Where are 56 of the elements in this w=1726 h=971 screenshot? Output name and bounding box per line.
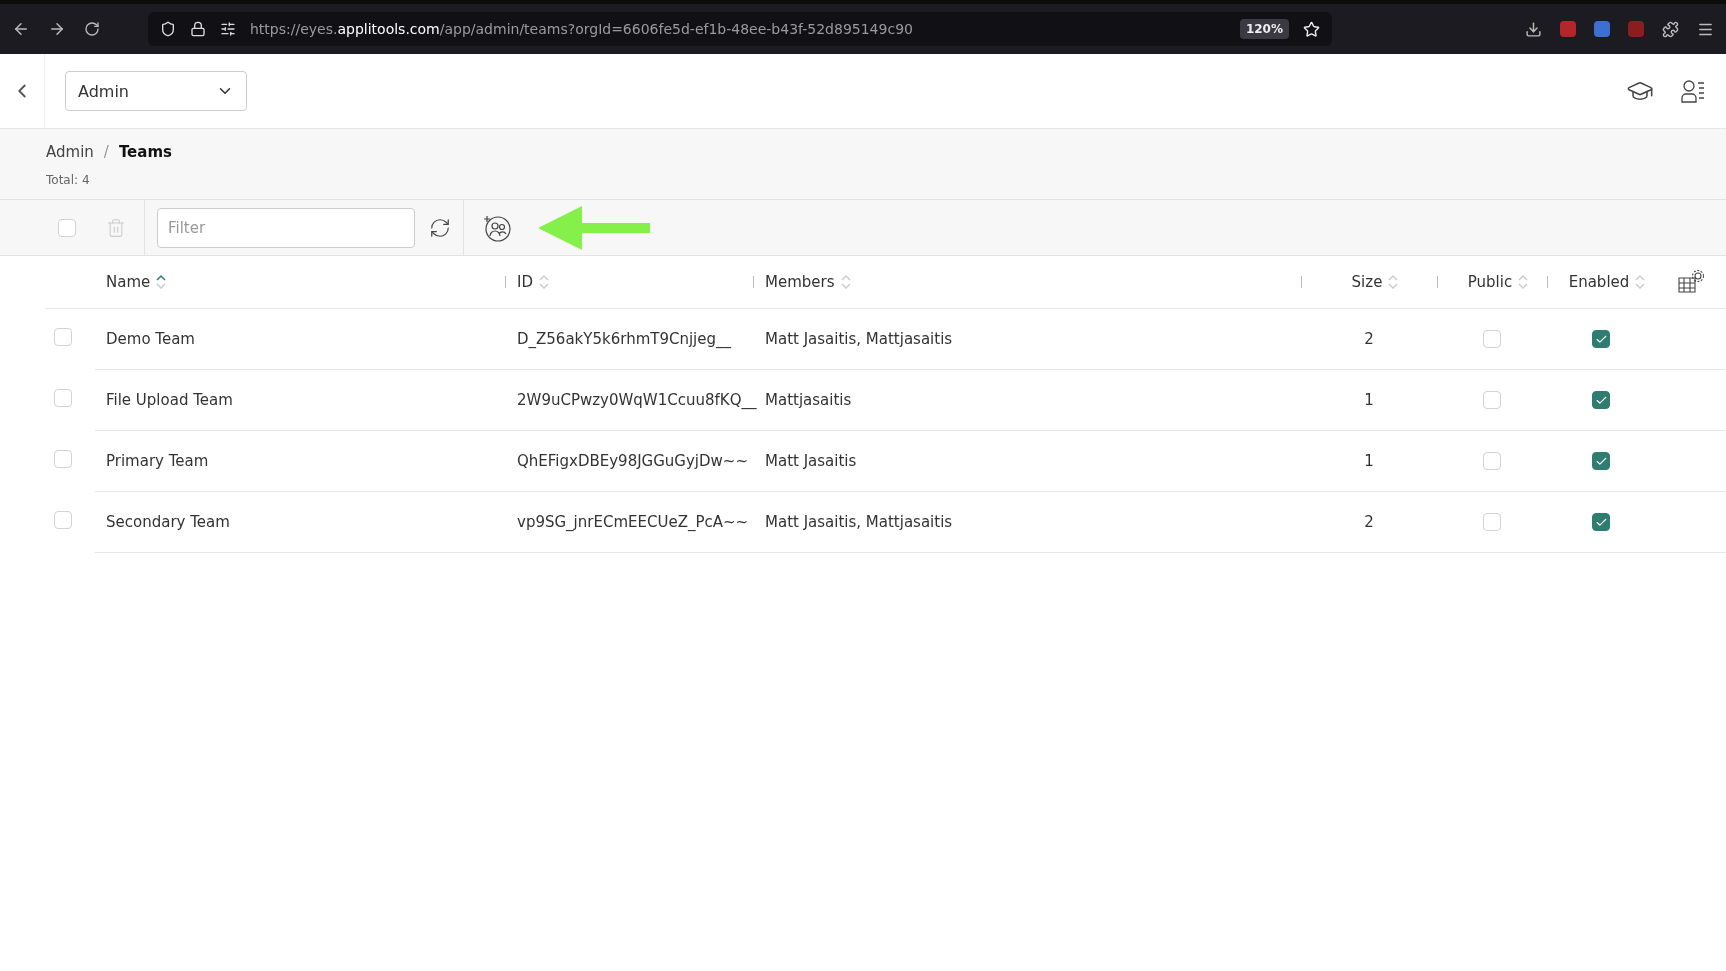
enabled-checkbox[interactable] [1592, 513, 1610, 531]
enabled-checkbox[interactable] [1592, 391, 1610, 409]
team-members: Matt Jasaitis, Mattjasaitis [764, 330, 954, 348]
column-header[interactable]: ID [517, 273, 533, 291]
column-header[interactable]: Name [106, 273, 151, 291]
public-checkbox[interactable] [1483, 452, 1501, 470]
forward-icon[interactable] [48, 20, 66, 38]
url-text[interactable]: https://eyes.applitools.com/app/admin/teams?orgId=6606fe5d-ef1b-48ee-b43f-52d895149c90 [250, 21, 1226, 37]
team-size: 1 [1363, 391, 1375, 409]
team-name: Secondary Team [106, 513, 231, 531]
public-checkbox[interactable] [1483, 513, 1501, 531]
team-id: D_Z56akY5k6rhmT9Cnjjeg__ [516, 330, 733, 348]
team-name: Primary Team [106, 452, 210, 470]
team-members: Matt Jasaitis [764, 452, 858, 470]
back-icon[interactable] [12, 20, 30, 38]
public-checkbox[interactable] [1483, 391, 1501, 409]
enabled-checkbox[interactable] [1592, 330, 1610, 348]
row-checkbox[interactable] [54, 389, 72, 407]
shield-icon[interactable] [160, 21, 176, 37]
row-checkbox[interactable] [54, 511, 72, 529]
public-checkbox[interactable] [1483, 330, 1501, 348]
address-bar[interactable]: https://eyes.applitools.com/app/admin/teams?orgId=6606fe5d-ef1b-48ee-b43f-52d895149c90 120% [148, 12, 1332, 46]
team-size: 2 [1363, 330, 1375, 348]
user-list-icon[interactable] [1680, 78, 1706, 104]
total-count: Total: 4 [46, 173, 91, 187]
lock-icon [190, 21, 206, 37]
zoom-level[interactable]: 120% [1239, 19, 1289, 39]
team-name: Demo Team [106, 330, 196, 348]
sort-icon[interactable] [156, 274, 167, 290]
download-icon[interactable] [1525, 20, 1542, 38]
team-members: Matt Jasaitis, Mattjasaitis [764, 513, 954, 531]
team-size: 2 [1363, 513, 1375, 531]
column-header[interactable]: Size [1351, 273, 1383, 291]
table-settings-icon[interactable] [1676, 269, 1705, 295]
column-header[interactable]: Public [1467, 273, 1513, 291]
team-size: 1 [1363, 452, 1375, 470]
org-select[interactable]: Admin [65, 71, 247, 111]
column-header[interactable]: Members [765, 273, 835, 291]
breadcrumb-separator: / [103, 143, 109, 161]
team-members: Mattjasaitis [764, 391, 853, 409]
select-all-checkbox[interactable] [58, 218, 76, 237]
refresh-icon[interactable] [429, 216, 451, 239]
breadcrumb-item[interactable]: Admin [46, 143, 94, 161]
row-checkbox[interactable] [54, 328, 72, 346]
breadcrumb-item: Teams [118, 143, 172, 161]
puzzle-icon[interactable] [1662, 20, 1679, 38]
team-name: File Upload Team [106, 391, 234, 409]
reload-icon[interactable] [84, 21, 100, 37]
star-icon[interactable] [1303, 20, 1320, 38]
enabled-checkbox[interactable] [1592, 452, 1610, 470]
team-id: vp9SG_jnrECmEECUeZ_PcA~~ [516, 513, 750, 531]
filter-field[interactable]: Filter [157, 207, 415, 248]
team-id: QhEFigxDBEy98JGGuGyjDw~~ [516, 452, 749, 470]
row-checkbox[interactable] [54, 450, 72, 468]
column-header[interactable]: Enabled [1568, 273, 1630, 291]
permissions-icon[interactable] [220, 21, 236, 37]
